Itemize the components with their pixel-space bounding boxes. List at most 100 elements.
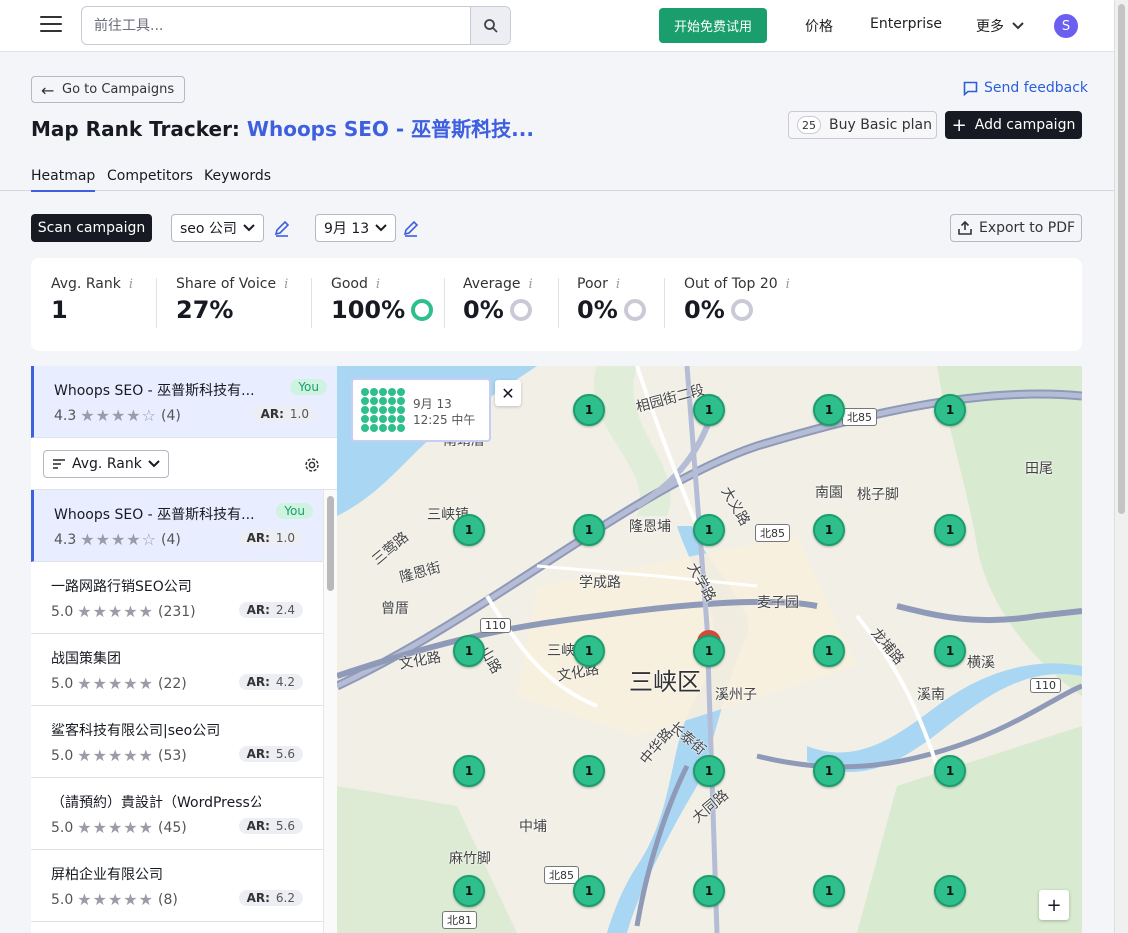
- rank-pin[interactable]: 1: [693, 875, 725, 907]
- more-menu[interactable]: 更多: [976, 16, 1024, 36]
- rank-pin[interactable]: 1: [453, 635, 485, 667]
- avatar[interactable]: S: [1054, 14, 1078, 38]
- ar-value: 1.0: [275, 531, 295, 545]
- info-icon[interactable]: i: [786, 277, 790, 292]
- business-card[interactable]: 屏柏企业有限公司 5.0 ★★★★★ (8) AR: 6.2: [31, 850, 323, 922]
- business-name: 屏柏企业有限公司: [51, 867, 163, 883]
- page-scrollbar[interactable]: [1114, 0, 1128, 933]
- rank-pin[interactable]: 1: [813, 635, 845, 667]
- business-card[interactable]: 一路网路行销SEO公司 5.0 ★★★★★ (231) AR: 2.4: [31, 562, 323, 634]
- rank-pin[interactable]: 1: [693, 514, 725, 546]
- send-feedback-link[interactable]: Send feedback: [963, 80, 1088, 96]
- popup-date: 9月 13: [413, 397, 452, 411]
- ar-label: AR:: [260, 407, 284, 421]
- road-shield: 北81: [442, 911, 477, 929]
- road-shield: 110: [480, 618, 511, 633]
- buy-basic-plan-button[interactable]: 25 Buy Basic plan: [788, 111, 937, 139]
- page-scrollbar-thumb[interactable]: [1118, 4, 1125, 514]
- tab-keywords[interactable]: Keywords: [204, 168, 271, 184]
- heatmap-map[interactable]: 相园街二段 南園 桃子脚 田尾 三峡镇 隆恩埔 大义路 三莺路 学成路 大学路 …: [337, 366, 1082, 933]
- list-scrollbar-thumb[interactable]: [327, 496, 334, 591]
- project-name[interactable]: Whoops SEO - 巫普斯科技...: [247, 117, 534, 141]
- rank-pin[interactable]: 1: [813, 875, 845, 907]
- ar-label: AR:: [246, 747, 270, 761]
- top-nav: 开始免费试用 价格 Enterprise 更多 S: [0, 0, 1114, 52]
- rank-pin[interactable]: 1: [934, 755, 966, 787]
- rank-pin[interactable]: 1: [934, 875, 966, 907]
- star-rating-icon: ★★★★☆: [80, 406, 157, 425]
- go-to-campaigns-button[interactable]: ← Go to Campaigns: [31, 76, 186, 103]
- gear-icon[interactable]: [303, 456, 321, 474]
- zoom-in-button[interactable]: +: [1039, 890, 1069, 920]
- chevron-down-icon: [243, 224, 255, 232]
- map-label: 麦子园: [757, 595, 799, 611]
- business-rating: 5.0 ★★★★★ (22): [51, 674, 187, 693]
- review-count: (53): [157, 747, 187, 764]
- enterprise-link[interactable]: Enterprise: [870, 16, 942, 32]
- free-trial-button[interactable]: 开始免费试用: [659, 8, 767, 43]
- arrow-left-icon: ←: [41, 81, 55, 100]
- edit-date-pencil-icon[interactable]: [401, 218, 421, 238]
- sort-select[interactable]: Avg. Rank: [43, 450, 169, 478]
- scan-popup[interactable]: 9月 13 12:25 中午: [351, 378, 491, 442]
- info-icon[interactable]: i: [529, 277, 533, 292]
- rank-pin[interactable]: 1: [573, 755, 605, 787]
- rank-pin[interactable]: 1: [453, 514, 485, 546]
- rank-pin[interactable]: 1: [934, 514, 966, 546]
- rank-pin[interactable]: 1: [453, 755, 485, 787]
- info-icon[interactable]: i: [616, 277, 620, 292]
- rank-pin[interactable]: 1: [934, 635, 966, 667]
- pinned-business-card[interactable]: Whoops SEO - 巫普斯科技有... You 4.3 ★★★★☆ (4)…: [31, 366, 337, 438]
- tool-search-input[interactable]: [82, 7, 470, 44]
- info-icon[interactable]: i: [376, 277, 380, 292]
- you-badge: You: [290, 379, 327, 395]
- scan-campaign-button[interactable]: Scan campaign: [31, 214, 152, 242]
- rank-pin[interactable]: 1: [573, 875, 605, 907]
- export-pdf-button[interactable]: Export to PDF: [950, 214, 1082, 242]
- average-ring-icon: [509, 299, 532, 321]
- review-count: (4): [160, 407, 181, 424]
- map-label: 曾厝: [381, 601, 409, 617]
- map-label: 田尾: [1025, 461, 1053, 477]
- star-rating-icon: ★★★★☆: [80, 530, 157, 549]
- add-campaign-button[interactable]: + Add campaign: [945, 111, 1082, 139]
- divider: [156, 278, 157, 328]
- avg-rank-badge: AR: 1.0: [238, 530, 303, 546]
- info-icon[interactable]: i: [284, 277, 288, 292]
- rank-pin[interactable]: 1: [573, 394, 605, 426]
- star-rating-icon: ★★★★★: [77, 602, 154, 621]
- rank-pin[interactable]: 1: [934, 394, 966, 426]
- pricing-link[interactable]: 价格: [805, 16, 833, 36]
- business-name: 战国策集团: [51, 651, 121, 667]
- stat-value: 27%: [176, 296, 234, 324]
- rank-pin[interactable]: 1: [573, 635, 605, 667]
- tab-competitors[interactable]: Competitors: [107, 168, 193, 184]
- rank-pin[interactable]: 1: [693, 394, 725, 426]
- business-card[interactable]: （請預約）貴設計（WordPress公司... 5.0★★★★★(45) AR: 5.…: [31, 778, 323, 850]
- menu-icon[interactable]: [40, 16, 62, 34]
- rank-pin[interactable]: 1: [573, 514, 605, 546]
- date-select[interactable]: 9月 13: [315, 214, 397, 242]
- project-chevron-down-icon[interactable]: [475, 116, 487, 132]
- back-label: Go to Campaigns: [62, 82, 175, 97]
- close-icon[interactable]: ✕: [495, 380, 521, 406]
- star-rating-icon: ★★★★★: [77, 674, 154, 693]
- stat-share-of-voice: Share of Voice i 27%: [176, 276, 288, 324]
- tab-heatmap[interactable]: Heatmap: [31, 168, 96, 192]
- list-scrollbar[interactable]: [323, 490, 337, 933]
- business-name: 鲨客科技有限公司|seo公司: [51, 723, 221, 739]
- business-card[interactable]: 战国策集团 5.0 ★★★★★ (22) AR: 4.2: [31, 634, 323, 706]
- info-icon[interactable]: i: [129, 277, 133, 292]
- search-button[interactable]: [470, 7, 510, 44]
- keyword-select[interactable]: seo 公司: [171, 214, 264, 242]
- rank-pin[interactable]: 1: [813, 514, 845, 546]
- popup-time: 12:25 中午: [413, 413, 476, 427]
- rank-pin[interactable]: 1: [693, 755, 725, 787]
- business-card[interactable]: 鲨客科技有限公司|seo公司 5.0 ★★★★★ (53) AR: 5.6: [31, 706, 323, 778]
- rank-pin[interactable]: 1: [813, 755, 845, 787]
- rank-pin[interactable]: 1: [693, 635, 725, 667]
- business-card[interactable]: Whoops SEO - 巫普斯科技有... You 4.3 ★★★★☆ (4) AR: 1…: [31, 490, 323, 562]
- rank-pin[interactable]: 1: [453, 875, 485, 907]
- edit-keyword-pencil-icon[interactable]: [272, 218, 292, 238]
- rank-pin[interactable]: 1: [813, 394, 845, 426]
